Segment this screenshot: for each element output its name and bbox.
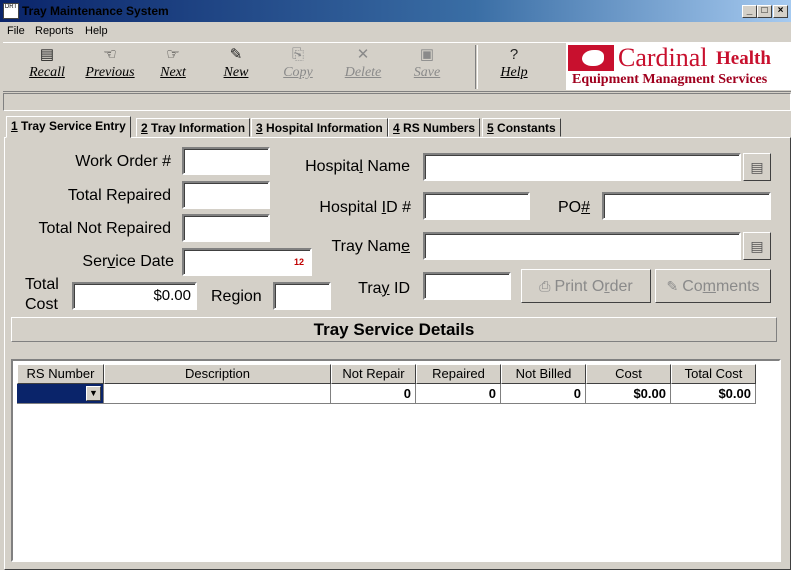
logo-word-health: Health [716, 48, 771, 69]
help-button[interactable]: ? Help [485, 46, 543, 88]
work-order-label: Work Order # [75, 153, 171, 170]
tray-lookup-button[interactable]: ▤ [743, 232, 771, 260]
save-button[interactable]: ▣ Save [398, 46, 456, 88]
copy-label: Copy [283, 65, 313, 80]
minimize-button[interactable]: _ [742, 5, 757, 18]
previous-icon: ☜ [103, 46, 117, 63]
column-header-not-repair[interactable]: Not Repair [331, 364, 416, 384]
tray-name-input[interactable] [423, 232, 741, 260]
service-date-label: Service Date [82, 253, 174, 270]
total-not-repaired-input[interactable] [182, 214, 270, 242]
new-label: New [223, 65, 249, 80]
save-label: Save [413, 65, 441, 80]
total-cost-input[interactable]: $0.00 [72, 282, 197, 310]
work-order-input[interactable] [182, 147, 270, 175]
hospital-id-input[interactable] [423, 192, 530, 220]
save-icon: ▣ [419, 46, 435, 63]
help-label: Help [500, 65, 528, 80]
recall-icon: ▤ [39, 46, 55, 63]
status-strip [3, 93, 791, 111]
total-not-repaired-label: Total Not Repaired [38, 220, 171, 237]
tray-service-details-header: Tray Service Details [11, 317, 777, 342]
dropdown-arrow-icon: ▼ [89, 388, 98, 398]
menu-file[interactable]: File [7, 25, 25, 37]
region-label: Region [211, 288, 262, 305]
help-icon: ? [509, 46, 519, 63]
hospital-lookup-button[interactable]: ▤ [743, 153, 771, 181]
delete-icon: ✕ [356, 46, 370, 63]
cell-total-cost[interactable]: $0.00 [671, 384, 756, 404]
hospital-name-label: Hospital Name [305, 158, 410, 175]
total-repaired-input[interactable] [182, 181, 270, 209]
tab-tray-information[interactable]: 2 Tray Information [136, 118, 251, 137]
copy-icon: ⎘ [291, 46, 304, 63]
printer-icon: ⎙ [539, 278, 551, 294]
lookup-icon: ▤ [750, 238, 764, 254]
close-button[interactable]: × [773, 5, 788, 18]
cell-cost[interactable]: $0.00 [586, 384, 671, 404]
maximize-icon: □ [761, 5, 768, 16]
column-header-description[interactable]: Description [104, 364, 331, 384]
cell-description[interactable] [104, 384, 331, 404]
app-icon[interactable]: DRT [3, 3, 19, 19]
column-header-not-billed[interactable]: Not Billed [501, 364, 586, 384]
delete-button[interactable]: ✕ Delete [334, 46, 392, 88]
rs-number-dropdown-button[interactable]: ▼ [86, 386, 101, 401]
lookup-icon: ▤ [750, 159, 764, 175]
column-header-cost[interactable]: Cost [586, 364, 671, 384]
maximize-button[interactable]: □ [757, 5, 772, 18]
cell-not-repair[interactable]: 0 [331, 384, 416, 404]
cardinal-bird-icon [568, 45, 614, 71]
toolbar-separator [475, 45, 478, 89]
cell-rs-number[interactable]: ▼ [17, 384, 104, 404]
column-header-rs-number[interactable]: RS Number [17, 364, 104, 384]
next-icon: ☞ [166, 46, 180, 63]
cell-not-billed[interactable]: 0 [501, 384, 586, 404]
delete-label: Delete [344, 65, 382, 80]
comments-icon: ✎ [666, 278, 679, 294]
recall-button[interactable]: ▤ Recall [18, 46, 76, 88]
tab-constants[interactable]: 5 Constants [482, 118, 561, 137]
total-cost-label-line1: Total [25, 276, 59, 293]
previous-button[interactable]: ☜ Previous [81, 46, 139, 88]
new-icon: ✎ [229, 46, 243, 63]
tray-id-label: Tray ID [358, 280, 410, 297]
service-details-grid[interactable]: RS Number Description Not Repair Repaire… [11, 359, 781, 562]
comments-button[interactable]: ✎ Comments [655, 269, 771, 303]
po-label: PO# [558, 199, 591, 216]
total-repaired-label: Total Repaired [67, 187, 171, 204]
logo-word-cardinal: Cardinal [618, 43, 708, 72]
menu-help[interactable]: Help [85, 25, 108, 37]
cardinal-health-logo: Cardinal Health Equipment Managment Serv… [566, 43, 791, 90]
tray-name-label: Tray Name [331, 238, 410, 255]
previous-label: Previous [85, 65, 135, 80]
tab-hospital-information[interactable]: 3 Hospital Information [251, 118, 388, 137]
tab-tray-service-entry[interactable]: 1 Tray Service Entry [6, 116, 131, 138]
tab-rs-numbers[interactable]: 4 RS Numbers [388, 118, 481, 137]
po-input[interactable] [602, 192, 771, 220]
logo-subtitle: Equipment Managment Services [572, 72, 768, 87]
hospital-id-label: Hospital ID # [319, 199, 411, 216]
column-header-repaired[interactable]: Repaired [416, 364, 501, 384]
menu-bar [0, 22, 791, 42]
cell-repaired[interactable]: 0 [416, 384, 501, 404]
minimize-icon: _ [746, 5, 753, 16]
menu-reports[interactable]: Reports [35, 25, 74, 37]
total-cost-label-line2: Cost [25, 296, 58, 313]
column-header-total-cost[interactable]: Total Cost [671, 364, 756, 384]
new-button[interactable]: ✎ New [207, 46, 265, 88]
recall-label: Recall [29, 65, 65, 80]
print-order-button[interactable]: ⎙ Print Order [521, 269, 651, 303]
next-button[interactable]: ☞ Next [144, 46, 202, 88]
hospital-name-input[interactable] [423, 153, 741, 181]
tray-id-input[interactable] [423, 272, 511, 300]
close-icon: × [777, 5, 784, 16]
next-label: Next [160, 65, 186, 80]
window-title: Tray Maintenance System [22, 4, 169, 18]
copy-button[interactable]: ⎘ Copy [269, 46, 327, 88]
